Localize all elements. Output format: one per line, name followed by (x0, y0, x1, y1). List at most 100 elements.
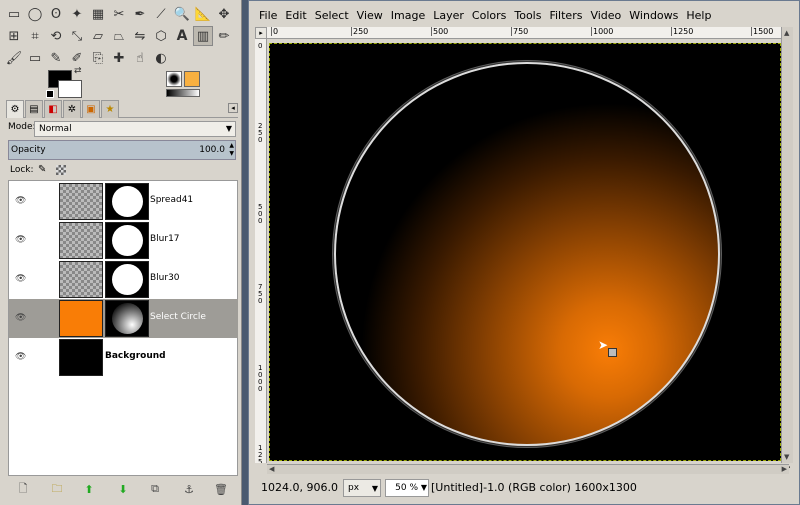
spin-arrows-icon[interactable]: ▲ ▼ (229, 142, 234, 158)
scroll-up-icon[interactable]: ▲ (784, 29, 789, 37)
layer-row[interactable]: 👁 Select Circle (9, 299, 238, 338)
layers-tab[interactable]: ◧ (44, 100, 62, 118)
ellipse-select-icon[interactable]: ◯ (25, 4, 45, 24)
canvas-area[interactable]: ➤ (267, 39, 783, 463)
clone-icon[interactable]: ⎘ (88, 48, 108, 68)
new-group-icon[interactable]: 🗀 (50, 482, 64, 496)
layer-thumbnail[interactable] (59, 300, 103, 337)
shear-icon[interactable]: ▱ (88, 26, 108, 46)
paintbrush-icon[interactable]: 🖌 (4, 48, 24, 68)
scale-icon[interactable]: ⤡ (67, 26, 87, 46)
menu-view[interactable]: View (353, 7, 387, 25)
eye-icon[interactable]: 👁 (15, 235, 26, 245)
layer-name[interactable]: Background (105, 351, 166, 361)
mode-select[interactable]: Normal ▼ (34, 121, 236, 137)
heal-icon[interactable]: ✚ (109, 48, 129, 68)
anchor-layer-icon[interactable]: ⚓ (182, 482, 196, 496)
duplicate-layer-icon[interactable]: ⧉ (148, 482, 162, 496)
menu-windows[interactable]: Windows (625, 7, 682, 25)
eye-icon[interactable]: 👁 (15, 352, 26, 362)
cage-icon[interactable]: ⬡ (151, 26, 171, 46)
tool-options-tab[interactable]: ⚙ (6, 100, 24, 118)
flip-icon[interactable]: ⇋ (130, 26, 150, 46)
layer-row[interactable]: 👁 Background (9, 338, 238, 377)
blend-icon[interactable]: ▥ (193, 26, 213, 46)
quick-mask-toggle[interactable]: ▸ (255, 27, 267, 39)
scissors-icon[interactable]: ✂ (109, 4, 129, 24)
layer-name[interactable]: Select Circle (150, 312, 206, 322)
lock-alpha-icon[interactable] (56, 165, 66, 175)
fuzzy-select-icon[interactable]: ✦ (67, 4, 87, 24)
unit-select[interactable]: px ▼ (343, 479, 381, 497)
layer-thumbnail[interactable] (59, 261, 103, 298)
menu-colors[interactable]: Colors (468, 7, 510, 25)
menu-layer[interactable]: Layer (429, 7, 468, 25)
paths-tab[interactable]: ▣ (82, 100, 100, 118)
layer-name[interactable]: Blur17 (150, 234, 180, 244)
rotate-icon[interactable]: ⟲ (46, 26, 66, 46)
color-picker-icon[interactable]: ⟋ (151, 4, 171, 24)
text-icon[interactable]: A (172, 26, 192, 46)
layer-row[interactable]: 👁 Blur30 (9, 260, 238, 299)
layer-thumbnail[interactable] (59, 183, 103, 220)
move-icon[interactable]: ✥ (214, 4, 234, 24)
delete-layer-icon[interactable]: 🗑 (214, 482, 228, 496)
crop-icon[interactable]: ⌗ (25, 26, 45, 46)
color-select-icon[interactable]: ▦ (88, 4, 108, 24)
layer-row[interactable]: 👁 Spread41 (9, 182, 238, 221)
reset-colors-icon[interactable] (46, 90, 54, 98)
undo-history-tab[interactable]: ★ (101, 100, 119, 118)
pencil-icon[interactable]: ✏ (214, 26, 234, 46)
device-status-tab[interactable]: ▤ (25, 100, 43, 118)
measure-icon[interactable]: 📐 (193, 4, 213, 24)
layer-thumbnail[interactable] (59, 339, 103, 376)
menu-select[interactable]: Select (311, 7, 353, 25)
smudge-icon[interactable]: ☝ (130, 48, 150, 68)
channels-tab[interactable]: ✲ (63, 100, 81, 118)
perspective-icon[interactable]: ⏢ (109, 26, 129, 46)
menu-file[interactable]: File (255, 7, 281, 25)
eye-icon[interactable]: 👁 (15, 313, 26, 323)
brush-indicator[interactable] (166, 71, 182, 87)
layer-name[interactable]: Spread41 (150, 195, 193, 205)
scroll-down-icon[interactable]: ▼ (784, 453, 789, 461)
ink-icon[interactable]: ✐ (67, 48, 87, 68)
menu-help[interactable]: Help (682, 7, 715, 25)
scroll-left-icon[interactable]: ◀ (269, 465, 274, 473)
dock-menu-button[interactable]: ◂ (228, 103, 238, 113)
swap-colors-icon[interactable]: ⇄ (74, 66, 82, 76)
eraser-icon[interactable]: ▭ (25, 48, 45, 68)
layer-mask-thumbnail[interactable] (105, 261, 149, 298)
layer-mask-thumbnail[interactable] (105, 222, 149, 259)
eye-icon[interactable]: 👁 (15, 274, 26, 284)
new-layer-icon[interactable]: 🗋 (16, 482, 30, 496)
lower-layer-icon[interactable]: ⬇ (116, 482, 130, 496)
layer-thumbnail[interactable] (59, 222, 103, 259)
eye-icon[interactable]: 👁 (15, 196, 26, 206)
dodge-icon[interactable]: ◐ (151, 48, 171, 68)
horizontal-scrollbar[interactable]: ◀ ▶ (267, 464, 789, 474)
airbrush-icon[interactable]: ✎ (46, 48, 66, 68)
menu-filters[interactable]: Filters (545, 7, 586, 25)
zoom-icon[interactable]: 🔍 (172, 4, 192, 24)
menu-video[interactable]: Video (586, 7, 625, 25)
zoom-select[interactable]: 50 % ▼ (385, 479, 429, 497)
vertical-ruler[interactable]: 0 250 500 750 1000 1250 (255, 39, 267, 463)
opacity-slider[interactable]: Opacity 100.0 ▲ ▼ (8, 140, 236, 160)
rect-select-icon[interactable]: ▭ (4, 4, 24, 24)
pattern-indicator[interactable] (184, 71, 200, 87)
align-icon[interactable]: ⊞ (4, 26, 24, 46)
layer-mask-thumbnail[interactable] (105, 300, 149, 337)
layer-name[interactable]: Blur30 (150, 273, 180, 283)
raise-layer-icon[interactable]: ⬆ (82, 482, 96, 496)
menu-edit[interactable]: Edit (281, 7, 310, 25)
lock-pixels-icon[interactable]: ✎ (38, 164, 46, 175)
gradient-indicator[interactable] (166, 89, 200, 97)
menu-image[interactable]: Image (387, 7, 429, 25)
horizontal-ruler[interactable]: 0 250 500 750 1000 1250 1500 (267, 27, 789, 39)
background-color-swatch[interactable] (58, 80, 82, 98)
menu-tools[interactable]: Tools (510, 7, 545, 25)
canvas-image[interactable]: ➤ (269, 43, 781, 461)
layer-row[interactable]: 👁 Blur17 (9, 221, 238, 260)
scroll-right-icon[interactable]: ▶ (782, 465, 787, 473)
